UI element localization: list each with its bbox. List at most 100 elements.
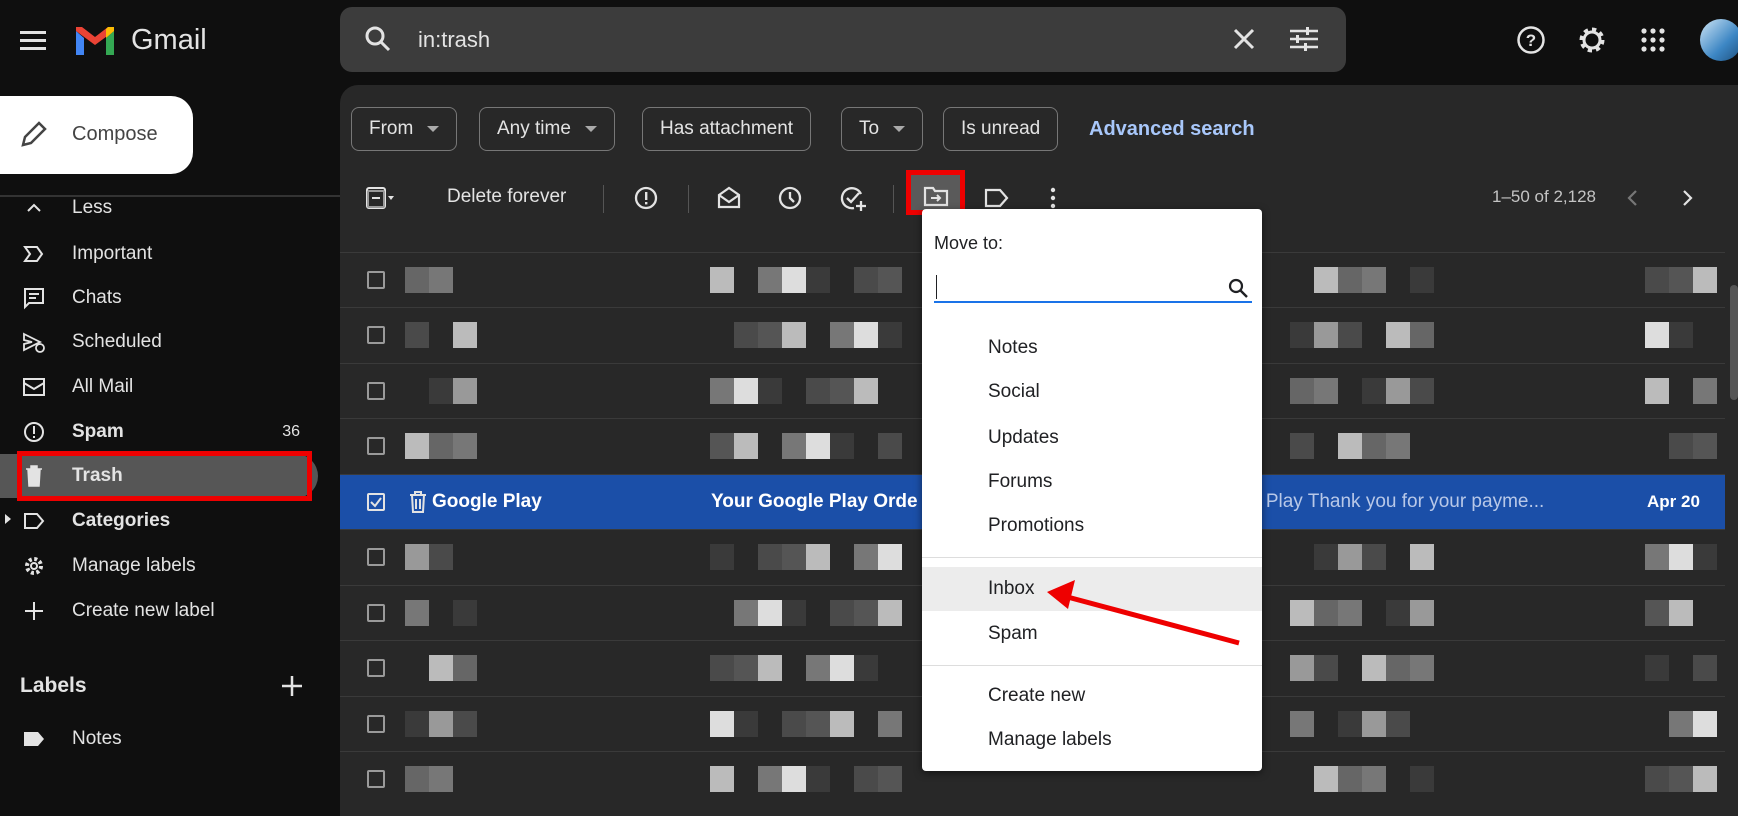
- avatar[interactable]: [1700, 19, 1738, 61]
- redacted-block: [1362, 655, 1386, 681]
- scheduled-icon: [22, 330, 46, 354]
- sidebar-item-create-new-label[interactable]: Create new label: [0, 589, 330, 633]
- redacted-block: [878, 711, 902, 737]
- row-checkbox[interactable]: [367, 604, 385, 622]
- sidebar-item-label: Scheduled: [72, 331, 162, 352]
- move-menu-item-promotions[interactable]: Promotions: [922, 504, 1262, 548]
- sidebar-item-spam[interactable]: Spam 36: [0, 410, 330, 454]
- redacted-block: [405, 267, 429, 293]
- row-checkbox[interactable]: [367, 770, 385, 788]
- trash-icon: [408, 491, 428, 513]
- redacted-block: [782, 322, 806, 348]
- scrollbar[interactable]: [1730, 285, 1738, 400]
- redacted-block: [453, 378, 477, 404]
- redacted-block: [1669, 433, 1693, 459]
- expand-arrow-icon[interactable]: [5, 514, 11, 524]
- row-checkbox[interactable]: [367, 271, 385, 289]
- tune-icon[interactable]: [1290, 27, 1318, 51]
- redacted-block: [710, 766, 734, 792]
- menu-item-label: Notes: [988, 337, 1038, 358]
- menu-item-label: Updates: [988, 427, 1059, 448]
- sidebar-item-label: Important: [72, 243, 153, 264]
- move-menu-item-notes[interactable]: Notes: [922, 326, 1262, 370]
- redacted-block: [806, 544, 830, 570]
- row-checkbox[interactable]: [367, 382, 385, 400]
- redacted-block: [1669, 766, 1693, 792]
- redacted-block: [1338, 322, 1362, 348]
- row-checkbox[interactable]: [367, 437, 385, 455]
- apps-icon[interactable]: [1640, 27, 1666, 53]
- advanced-search-link[interactable]: Advanced search: [1089, 118, 1255, 141]
- menu-icon[interactable]: [20, 28, 46, 52]
- redacted-block: [782, 711, 806, 737]
- sidebar-item-chats[interactable]: Chats: [0, 276, 330, 320]
- pencil-icon: [18, 120, 48, 150]
- search-icon[interactable]: [364, 25, 392, 53]
- label-item-notes[interactable]: Notes: [0, 717, 330, 761]
- search-icon[interactable]: [1227, 277, 1249, 299]
- redacted-block: [453, 600, 477, 626]
- filter-from[interactable]: From: [351, 107, 458, 151]
- move-menu-item-forums[interactable]: Forums: [922, 460, 1262, 504]
- menu-item-label: Create new: [988, 685, 1086, 706]
- redacted-block: [806, 711, 830, 737]
- row-checkbox[interactable]: [367, 659, 385, 677]
- redacted-block: [830, 378, 854, 404]
- sidebar-item-manage-labels[interactable]: Manage labels: [0, 544, 330, 588]
- move-menu-item-updates[interactable]: Updates: [922, 416, 1262, 460]
- row-checkbox[interactable]: [367, 548, 385, 566]
- redacted-block: [1362, 378, 1386, 404]
- move-to-search-input[interactable]: [934, 271, 1252, 303]
- redacted-block: [1645, 378, 1669, 404]
- redacted-block: [405, 766, 429, 792]
- gmail-logo[interactable]: [74, 25, 116, 57]
- move-menu-create-new[interactable]: Create new: [922, 674, 1262, 718]
- sidebar-item-important[interactable]: Important: [0, 232, 330, 276]
- important-icon: [22, 242, 46, 266]
- redacted-block: [710, 378, 734, 404]
- gear-icon[interactable]: [1577, 25, 1607, 55]
- row-checkbox[interactable]: [367, 190, 385, 208]
- sidebar-item-categories[interactable]: Categories: [0, 499, 330, 543]
- redacted-block: [1410, 267, 1434, 293]
- redacted-block: [1290, 378, 1314, 404]
- redacted-block: [1693, 766, 1717, 792]
- row-checkbox[interactable]: [367, 715, 385, 733]
- redacted-block: [429, 378, 453, 404]
- filter-is-unread[interactable]: Is unread: [943, 107, 1059, 151]
- redacted-block: [1410, 600, 1434, 626]
- row-checkbox[interactable]: [367, 326, 385, 344]
- filter-to[interactable]: To: [841, 107, 924, 151]
- move-menu-item-social[interactable]: Social: [922, 370, 1262, 414]
- row-checkbox-checked[interactable]: [367, 493, 385, 511]
- redacted-block: [782, 544, 806, 570]
- sidebar-item-less[interactable]: Less: [0, 186, 330, 230]
- redacted-block: [1338, 600, 1362, 626]
- sidebar-item-scheduled[interactable]: Scheduled: [0, 320, 330, 364]
- redacted-block: [1410, 655, 1434, 681]
- filter-has-attachment[interactable]: Has attachment: [642, 107, 812, 151]
- close-icon[interactable]: [1232, 27, 1256, 51]
- help-icon[interactable]: ?: [1516, 25, 1546, 55]
- redacted-block: [1410, 544, 1434, 570]
- redacted-block: [1338, 766, 1362, 792]
- move-menu-manage-labels[interactable]: Manage labels: [922, 718, 1262, 762]
- search-input[interactable]: in:trash: [418, 27, 490, 53]
- redacted-block: [854, 378, 878, 404]
- text-cursor: [936, 275, 937, 299]
- redacted-block: [1693, 267, 1717, 293]
- compose-button[interactable]: Compose: [0, 96, 193, 174]
- move-to-title: Move to:: [934, 233, 1004, 253]
- redacted-block: [1314, 322, 1338, 348]
- all-mail-icon: [22, 375, 46, 399]
- redacted-block: [1290, 600, 1314, 626]
- redacted-block: [405, 322, 429, 348]
- sidebar-item-all-mail[interactable]: All Mail: [0, 365, 330, 409]
- redacted-block: [734, 711, 758, 737]
- add-label-icon[interactable]: [280, 674, 304, 698]
- dropdown-arrow-icon: [427, 126, 440, 132]
- redacted-block: [429, 433, 453, 459]
- filter-any-time[interactable]: Any time: [479, 107, 615, 151]
- redacted-block: [1362, 766, 1386, 792]
- search-bar[interactable]: in:trash: [340, 7, 1346, 72]
